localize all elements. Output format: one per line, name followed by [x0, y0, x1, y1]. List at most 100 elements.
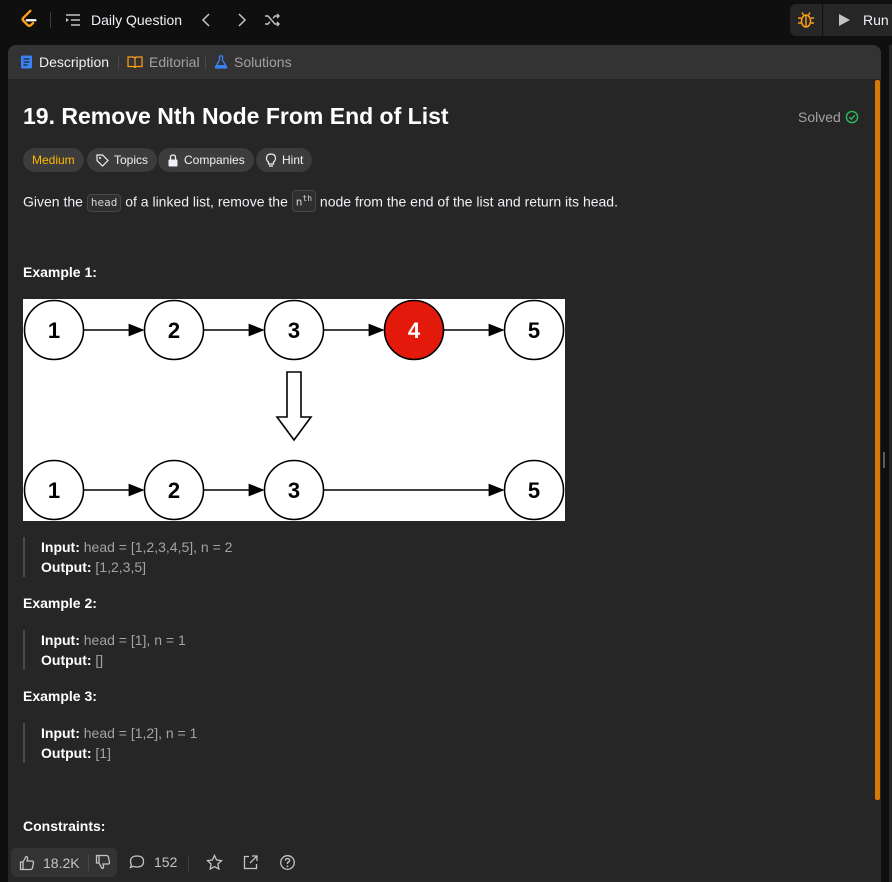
- comments-button[interactable]: 152: [129, 854, 177, 870]
- check-circle-icon: [845, 110, 859, 124]
- example-heading: Example 3:: [23, 688, 97, 704]
- next-question-icon[interactable]: [232, 11, 250, 29]
- companies-tag[interactable]: Companies: [158, 148, 254, 172]
- removed-list-node: 4: [383, 299, 445, 361]
- node-value: 1: [48, 318, 60, 343]
- tag-label: Hint: [282, 153, 304, 167]
- thumbs-down-icon[interactable]: [95, 854, 111, 870]
- panel-tabs: Description Editorial Solutions: [8, 45, 881, 79]
- tag-icon: [96, 153, 109, 167]
- daily-question-link[interactable]: Daily Question: [91, 12, 182, 28]
- input-value: head = [1], n = 1: [83, 632, 186, 648]
- debug-button[interactable]: [790, 4, 822, 36]
- previous-question-icon[interactable]: [198, 11, 216, 29]
- problem-title[interactable]: 19. Remove Nth Node From End of List: [23, 103, 449, 130]
- problem-description: Given the head of a linked list, remove …: [23, 190, 618, 212]
- list-node: 5: [503, 459, 565, 521]
- list-node: 2: [143, 299, 205, 361]
- tab-label: Editorial: [149, 54, 200, 70]
- tab-editorial[interactable]: Editorial: [127, 45, 200, 79]
- list-node: 3: [263, 299, 325, 361]
- example-1-block: Input: head = [1,2,3,4,5], n = 2 Output:…: [23, 537, 232, 577]
- output-label: Output:: [41, 559, 92, 575]
- node-value: 3: [288, 318, 300, 343]
- list-node: 2: [143, 459, 205, 521]
- topics-tag[interactable]: Topics: [87, 148, 158, 172]
- star-icon[interactable]: [206, 854, 223, 871]
- example-2-block: Input: head = [1], n = 1 Output: []: [23, 630, 186, 670]
- tag-label: Companies: [184, 153, 245, 167]
- example-3-block: Input: head = [1,2], n = 1 Output: [1]: [23, 723, 197, 763]
- node-value: 5: [528, 478, 540, 503]
- example-input: Input: head = [1], n = 1: [41, 630, 186, 650]
- solved-label: Solved: [798, 109, 841, 125]
- run-label: Run: [863, 12, 889, 28]
- play-icon: [839, 14, 850, 26]
- help-icon[interactable]: [279, 854, 296, 871]
- tag-label: Topics: [114, 153, 149, 167]
- vote-divider: [88, 854, 89, 871]
- output-label: Output:: [41, 745, 92, 761]
- example-output: Output: [1,2,3,5]: [41, 557, 232, 577]
- list-node: 3: [263, 459, 325, 521]
- bottombar-divider: [188, 855, 189, 872]
- run-button[interactable]: Run: [823, 4, 892, 36]
- list-node: 5: [503, 299, 565, 361]
- topbar-divider: [50, 12, 51, 28]
- example-output: Output: []: [41, 650, 186, 670]
- node-value: 4: [408, 318, 421, 343]
- output-value: [1,2,3,5]: [95, 559, 147, 575]
- book-icon: [127, 56, 143, 69]
- share-icon[interactable]: [242, 854, 259, 871]
- lock-icon: [168, 153, 178, 166]
- scrollbar-thumb[interactable]: [875, 80, 880, 800]
- constraints-heading: Constraints:: [23, 818, 106, 834]
- desc-text: node from the end of the list and return…: [316, 193, 618, 210]
- input-label: Input:: [41, 632, 80, 648]
- example-input: Input: head = [1,2,3,4,5], n = 2: [41, 537, 232, 557]
- solved-status: Solved: [798, 109, 859, 125]
- input-label: Input:: [41, 539, 80, 555]
- node-value: 2: [168, 478, 180, 503]
- input-label: Input:: [41, 725, 80, 741]
- node-value: 1: [48, 478, 60, 503]
- output-value: [1]: [95, 745, 111, 761]
- input-value: head = [1,2,3,4,5], n = 2: [83, 539, 233, 555]
- tab-label: Description: [39, 54, 110, 70]
- tab-divider: [205, 56, 206, 69]
- description-panel: Description Editorial Solutions 19. Remo…: [8, 45, 881, 882]
- output-label: Output:: [41, 652, 92, 668]
- desc-text: of a linked list, remove the: [121, 193, 292, 210]
- example-output: Output: [1]: [41, 743, 197, 763]
- problem-list-icon[interactable]: [65, 12, 81, 28]
- node-value: 5: [528, 318, 540, 343]
- tab-description[interactable]: Description: [20, 45, 109, 79]
- nth-suffix: th: [302, 194, 313, 203]
- node-value: 3: [288, 478, 300, 503]
- tab-label: Solutions: [234, 54, 292, 70]
- bottom-action-bar: 18.2K 152: [8, 845, 881, 882]
- lightbulb-icon: [265, 153, 277, 167]
- example-input: Input: head = [1,2], n = 1: [41, 723, 197, 743]
- linked-list-diagram: 1 2 3 4 5 1 2 3 5: [23, 299, 565, 521]
- hint-tag[interactable]: Hint: [256, 148, 313, 172]
- shuffle-icon[interactable]: [263, 11, 281, 29]
- top-navigation-bar: Daily Question Run: [0, 0, 892, 40]
- down-arrow: [275, 371, 313, 442]
- like-button[interactable]: 18.2K: [11, 848, 87, 877]
- leetcode-logo-icon[interactable]: [18, 9, 40, 31]
- desc-text: Given the: [23, 193, 87, 210]
- vote-group: 18.2K: [11, 848, 117, 877]
- inline-code-nth: nth: [291, 190, 317, 212]
- list-node: 1: [23, 459, 85, 521]
- node-value: 2: [168, 318, 180, 343]
- inline-code-head: head: [86, 193, 122, 212]
- description-icon: [21, 55, 32, 69]
- resize-handle[interactable]: [883, 452, 885, 468]
- example-heading: Example 1:: [23, 264, 97, 280]
- tab-solutions[interactable]: Solutions: [214, 45, 292, 79]
- comment-count: 152: [154, 854, 178, 870]
- like-count: 18.2K: [43, 854, 80, 871]
- comment-icon: [129, 855, 145, 869]
- flask-icon: [214, 55, 228, 69]
